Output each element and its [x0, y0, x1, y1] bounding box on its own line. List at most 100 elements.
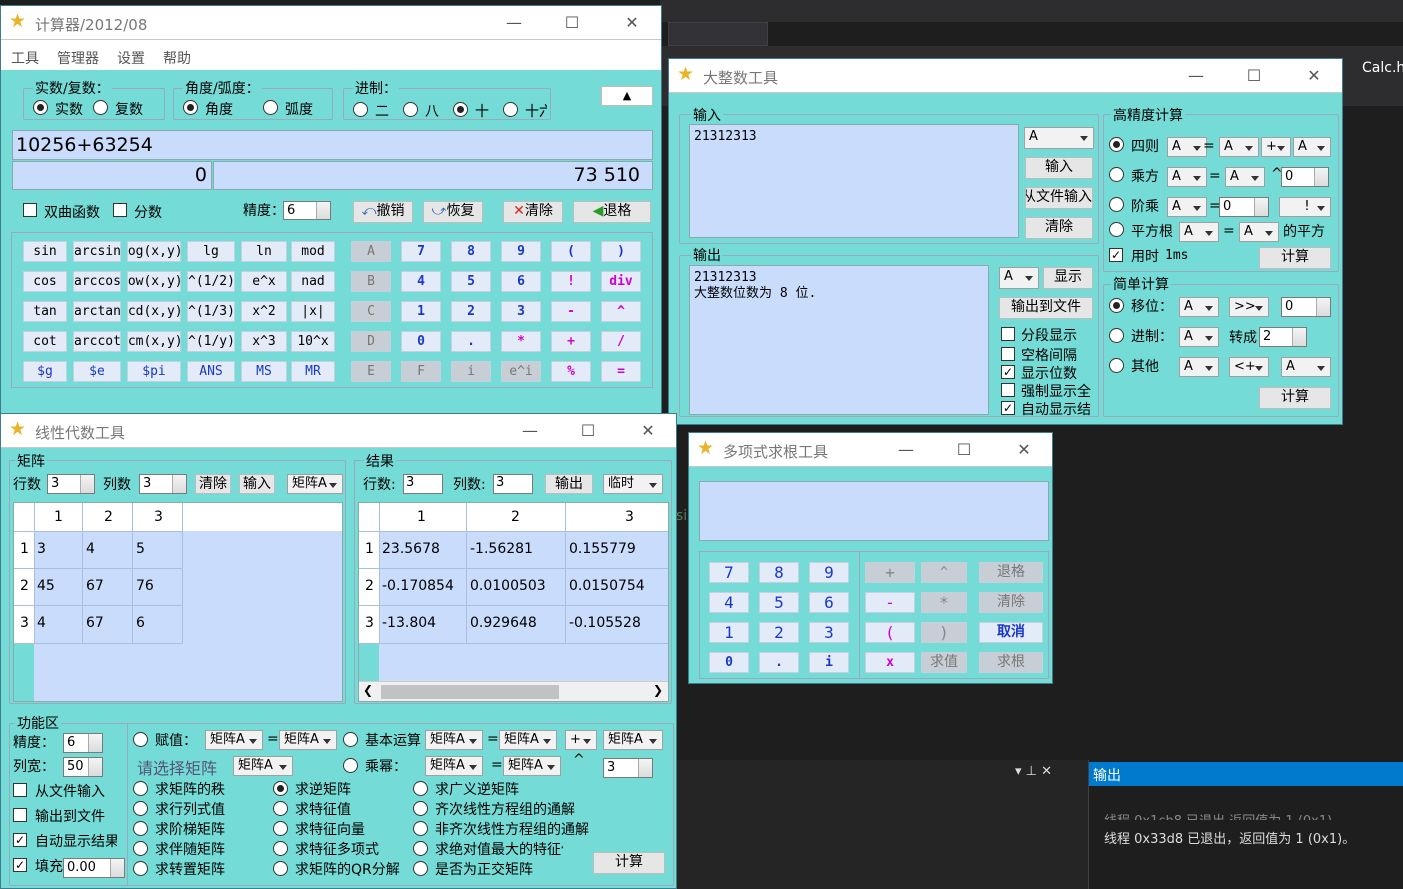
poly-paren-open[interactable]: (	[865, 622, 915, 643]
matrix-cell[interactable]: 4	[86, 541, 95, 557]
checkbox-space[interactable]	[1001, 347, 1015, 361]
poly-digit-5[interactable]: 5	[759, 592, 799, 613]
radio-determinant[interactable]	[133, 801, 148, 816]
output-file-button[interactable]: 输出到文件	[999, 297, 1093, 319]
radio-qr[interactable]	[273, 861, 288, 876]
digit-key-7[interactable]: 7	[401, 241, 441, 262]
fn-key[interactable]: x^3	[241, 331, 287, 352]
result-cell[interactable]: -1.56281	[470, 541, 533, 557]
radio-shift[interactable]	[1109, 298, 1124, 313]
result-cell[interactable]: -0.105528	[569, 615, 641, 631]
fn-key[interactable]: x^2	[241, 301, 287, 322]
fn-key[interactable]: arccot	[73, 331, 121, 352]
checkbox-from-file[interactable]	[13, 783, 27, 797]
minimize-icon[interactable]: —	[1181, 63, 1211, 89]
factorial-op[interactable]: !	[1279, 197, 1331, 217]
power-target[interactable]: 矩阵A	[425, 756, 483, 776]
factorial-value[interactable]: 0	[1219, 197, 1269, 217]
shift-var[interactable]: A	[1179, 297, 1219, 317]
basic-right[interactable]: 矩阵A	[603, 730, 663, 750]
target-base[interactable]: 2	[1259, 327, 1307, 347]
div-key[interactable]: div	[601, 271, 641, 292]
radio-orthogonal[interactable]	[413, 861, 428, 876]
poly-digit-9[interactable]: 9	[809, 562, 849, 583]
result-cell[interactable]: 23.5678	[382, 541, 440, 557]
sqrt-right[interactable]: A	[1239, 222, 1279, 242]
result-cell[interactable]: 0.0100503	[470, 578, 546, 594]
fn-key[interactable]: MS	[241, 361, 287, 382]
simple-calc-button[interactable]: 计算	[1259, 387, 1331, 409]
result-rows-field[interactable]: 3	[403, 474, 443, 494]
result-cell[interactable]: -0.170854	[382, 578, 454, 594]
fn-key[interactable]: $e	[73, 361, 121, 382]
poly-digit-2[interactable]: 2	[759, 622, 799, 643]
radio-pseudo-inverse[interactable]	[413, 781, 428, 796]
menu-help[interactable]: 帮助	[163, 48, 191, 68]
digit-key-5[interactable]: 5	[451, 271, 491, 292]
poly-digit-6[interactable]: 6	[809, 592, 849, 613]
basic-target[interactable]: 矩阵A	[425, 730, 483, 750]
radio-hex[interactable]	[503, 102, 518, 117]
fn-key[interactable]: gcd(x,y)	[127, 301, 181, 322]
radio-power[interactable]	[1109, 167, 1124, 182]
close-icon[interactable]: ✕	[633, 418, 663, 444]
poly-digit-4[interactable]: 4	[709, 592, 749, 613]
fn-key[interactable]: arccos	[73, 271, 121, 292]
digit-key-4[interactable]: 4	[401, 271, 441, 292]
ide-combo[interactable]	[668, 22, 768, 46]
four-ops-left[interactable]: A	[1167, 137, 1207, 157]
radio-inverse[interactable]	[273, 781, 288, 796]
basic-operator[interactable]: +	[565, 730, 597, 750]
rows-spinner[interactable]: 3	[47, 474, 95, 494]
poly-digit-7[interactable]: 7	[709, 562, 749, 583]
checkbox-hyperbolic[interactable]	[23, 203, 37, 217]
paren-close-key[interactable]: )	[601, 241, 641, 262]
equals-key[interactable]: =	[601, 361, 641, 382]
choose-matrix-select[interactable]: 矩阵A	[233, 756, 293, 776]
matrix-input-button[interactable]: 输入	[239, 474, 275, 494]
radio-decimal[interactable]	[453, 102, 468, 117]
matrix-cell[interactable]: 6	[136, 615, 145, 631]
checkbox-segment[interactable]	[1001, 327, 1015, 341]
power-exponent[interactable]: 0	[1281, 167, 1329, 187]
four-ops-op[interactable]: +	[1261, 137, 1291, 157]
cols-spinner[interactable]: 3	[139, 474, 187, 494]
radio-assign[interactable]	[133, 732, 148, 747]
maximize-icon[interactable]: ☐	[557, 10, 587, 36]
fn-key[interactable]: cos	[23, 271, 67, 292]
fn-key[interactable]: lcm(x,y)	[127, 331, 181, 352]
matrix-grid[interactable]: 1 2 3 1 2 3 3 4 5 45 67 76 4 67 6	[13, 502, 343, 702]
divide-key[interactable]: /	[601, 331, 641, 352]
fn-key[interactable]: tan	[23, 301, 67, 322]
matrix-cell[interactable]: 4	[37, 615, 46, 631]
scroll-left-icon[interactable]: ❮	[363, 683, 373, 697]
linalg-calc-button[interactable]: 计算	[593, 852, 665, 874]
result-target-select[interactable]: 临时	[603, 474, 663, 494]
power-key[interactable]: ^	[601, 301, 641, 322]
matrix-clear-button[interactable]: 清除	[195, 474, 231, 494]
radio-four-ops[interactable]	[1109, 137, 1124, 152]
shift-op[interactable]: >>	[1229, 297, 1269, 317]
backspace-button[interactable]: ◀退格	[573, 201, 651, 223]
digit-key-2[interactable]: 2	[451, 301, 491, 322]
paren-open-key[interactable]: (	[551, 241, 591, 262]
undo-button[interactable]: ⤺撤销	[353, 201, 413, 223]
radio-degree[interactable]	[183, 100, 198, 115]
power-source[interactable]: 矩阵A	[503, 756, 561, 776]
minus-key[interactable]: -	[551, 301, 591, 322]
fn-key[interactable]: ln	[241, 241, 287, 262]
radio-adjugate[interactable]	[133, 841, 148, 856]
clear-button[interactable]: ✕清除	[503, 201, 563, 223]
matrix-cell[interactable]: 5	[136, 541, 145, 557]
fn-key[interactable]: lg	[187, 241, 235, 262]
menu-manager[interactable]: 管理器	[57, 48, 99, 68]
input-var-select[interactable]: A	[1024, 127, 1094, 149]
ide-tab-calc-h[interactable]: Calc.h	[1362, 60, 1403, 76]
radio-radian[interactable]	[263, 100, 278, 115]
poly-input[interactable]	[699, 481, 1049, 541]
calc-titlebar[interactable]: ★ 计算器/2012/08 — ☐ ✕	[1, 6, 661, 40]
other-op[interactable]: <+	[1229, 357, 1269, 377]
percent-key[interactable]: %	[551, 361, 591, 382]
fn-key[interactable]: ^(1/2)	[187, 271, 235, 292]
input-clear-button[interactable]: 清除	[1025, 217, 1093, 239]
